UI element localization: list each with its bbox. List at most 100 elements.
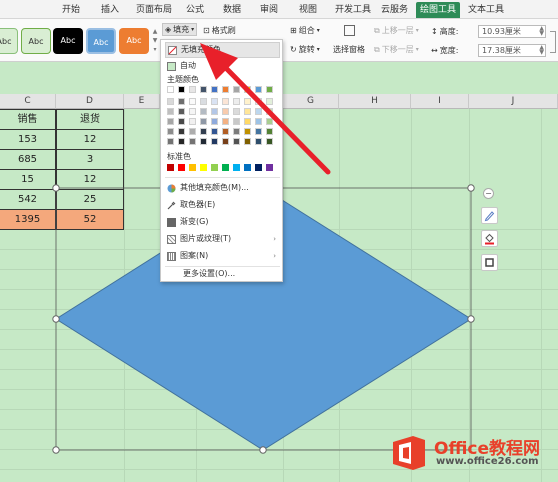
tab-8[interactable]: 云服务 xyxy=(381,3,408,17)
theme-color-swatch[interactable] xyxy=(211,98,218,105)
theme-color-swatch[interactable] xyxy=(189,138,196,145)
theme-color-swatch[interactable] xyxy=(255,98,262,105)
theme-color-swatch[interactable] xyxy=(255,86,262,93)
theme-color-swatch[interactable] xyxy=(255,138,262,145)
height-input[interactable]: 10.93厘米 ▲ ▼ xyxy=(478,25,546,38)
picture-texture-item[interactable]: 图片或纹理(T) › xyxy=(165,231,280,247)
theme-color-swatch[interactable] xyxy=(244,128,251,135)
style-preset-4[interactable]: Abc xyxy=(86,28,116,54)
theme-color-swatch[interactable] xyxy=(167,138,174,145)
gradient-item[interactable]: 渐变(G) xyxy=(165,214,280,230)
theme-color-swatch[interactable] xyxy=(233,108,240,115)
tab-0[interactable]: 开始 xyxy=(62,3,80,17)
theme-color-swatch[interactable] xyxy=(167,98,174,105)
theme-color-swatch[interactable] xyxy=(167,86,174,93)
theme-color-swatch[interactable] xyxy=(178,138,185,145)
theme-color-swatch[interactable] xyxy=(244,98,251,105)
theme-color-swatch[interactable] xyxy=(189,98,196,105)
spin-icon[interactable]: ▲ ▼ xyxy=(539,45,544,56)
theme-color-swatch[interactable] xyxy=(200,108,207,115)
theme-color-swatch[interactable] xyxy=(255,118,262,125)
style-preset-5[interactable]: Abc xyxy=(119,28,149,54)
theme-color-swatch[interactable] xyxy=(178,108,185,115)
theme-color-swatch[interactable] xyxy=(167,108,174,115)
theme-color-swatch[interactable] xyxy=(211,86,218,93)
theme-color-swatch[interactable] xyxy=(255,108,262,115)
width-input[interactable]: 17.38厘米 ▲ ▼ xyxy=(478,44,546,57)
theme-color-swatch[interactable] xyxy=(211,138,218,145)
automatic-color-item[interactable]: 自动 xyxy=(165,58,280,74)
bring-forward-button[interactable]: ⧉ 上移一层 ▾ xyxy=(374,25,419,36)
spin-icon[interactable]: ▲ ▼ xyxy=(539,26,544,37)
pattern-item[interactable]: 图案(N) › xyxy=(165,248,280,264)
fill-button[interactable]: ◈ 填充 ▾ xyxy=(162,23,198,36)
group-button[interactable]: ⊞ 组合 ▾ xyxy=(290,25,320,36)
standard-color-swatch[interactable] xyxy=(178,164,185,171)
standard-color-swatch[interactable] xyxy=(167,164,174,171)
tab-3[interactable]: 公式 xyxy=(186,3,204,17)
standard-color-swatch[interactable] xyxy=(200,164,207,171)
more-settings-item[interactable]: 更多设置(O)... xyxy=(165,266,280,282)
theme-color-swatch[interactable] xyxy=(266,118,273,125)
standard-color-swatch[interactable] xyxy=(211,164,218,171)
style-scroll[interactable]: ▲ ▼ ▾ xyxy=(152,27,158,55)
theme-color-swatch[interactable] xyxy=(178,118,185,125)
theme-color-swatch[interactable] xyxy=(211,108,218,115)
theme-color-swatch[interactable] xyxy=(244,138,251,145)
theme-color-swatch[interactable] xyxy=(266,138,273,145)
theme-color-swatch[interactable] xyxy=(200,86,207,93)
theme-color-swatch[interactable] xyxy=(189,108,196,115)
theme-color-swatch[interactable] xyxy=(266,128,273,135)
rotate-button[interactable]: ↻ 旋转 ▾ xyxy=(290,44,320,55)
theme-color-swatch[interactable] xyxy=(211,128,218,135)
shape-outline-button[interactable] xyxy=(481,254,498,271)
send-backward-button[interactable]: ⧉ 下移一层 ▾ xyxy=(374,44,419,55)
standard-color-swatch[interactable] xyxy=(222,164,229,171)
theme-color-swatch[interactable] xyxy=(266,86,273,93)
theme-color-swatch[interactable] xyxy=(233,86,240,93)
standard-color-swatch[interactable] xyxy=(255,164,262,171)
theme-color-swatch[interactable] xyxy=(200,98,207,105)
tab-4[interactable]: 数据 xyxy=(223,3,241,17)
theme-color-swatch[interactable] xyxy=(167,118,174,125)
theme-color-swatch[interactable] xyxy=(189,86,196,93)
theme-color-swatch[interactable] xyxy=(222,138,229,145)
theme-color-swatch[interactable] xyxy=(244,108,251,115)
theme-color-swatch[interactable] xyxy=(244,118,251,125)
format-brush-button[interactable]: ⊡ 格式刷 xyxy=(203,25,236,36)
style-preset-2[interactable]: Abc xyxy=(21,28,51,54)
theme-color-swatch[interactable] xyxy=(200,128,207,135)
standard-color-swatch[interactable] xyxy=(189,164,196,171)
standard-color-swatch[interactable] xyxy=(244,164,251,171)
theme-color-swatch[interactable] xyxy=(200,118,207,125)
theme-color-swatch[interactable] xyxy=(255,128,262,135)
tab-5[interactable]: 审阅 xyxy=(260,3,278,17)
theme-color-swatch[interactable] xyxy=(233,98,240,105)
theme-color-swatch[interactable] xyxy=(178,86,185,93)
theme-color-swatch[interactable] xyxy=(233,138,240,145)
theme-color-swatch[interactable] xyxy=(222,128,229,135)
tab-1[interactable]: 插入 xyxy=(101,3,119,17)
no-fill-item[interactable]: 无填充颜色 xyxy=(165,42,280,58)
theme-color-swatch[interactable] xyxy=(266,108,273,115)
tab-6[interactable]: 视图 xyxy=(299,3,317,17)
standard-color-swatch[interactable] xyxy=(266,164,273,171)
theme-color-swatch[interactable] xyxy=(189,118,196,125)
tab-2[interactable]: 页面布局 xyxy=(136,3,172,17)
tab-10[interactable]: 文本工具 xyxy=(468,3,504,17)
theme-color-swatch[interactable] xyxy=(233,128,240,135)
tab-9[interactable]: 绘图工具 xyxy=(416,2,461,18)
more-fill-colors-item[interactable]: 其他填充颜色(M)... xyxy=(165,180,280,196)
theme-color-swatch[interactable] xyxy=(178,98,185,105)
theme-color-swatch[interactable] xyxy=(222,86,229,93)
theme-color-swatch[interactable] xyxy=(233,118,240,125)
lock-ratio-icon[interactable] xyxy=(550,31,556,53)
collapse-tools-icon[interactable]: − xyxy=(483,188,494,199)
style-preset-1[interactable]: Abc xyxy=(0,28,18,54)
theme-color-swatch[interactable] xyxy=(222,118,229,125)
selection-pane-button[interactable]: 选择窗格 xyxy=(333,44,365,55)
theme-color-swatch[interactable] xyxy=(244,86,251,93)
tab-7[interactable]: 开发工具 xyxy=(335,3,371,17)
theme-color-swatch[interactable] xyxy=(222,98,229,105)
outline-pen-button[interactable] xyxy=(481,207,498,224)
